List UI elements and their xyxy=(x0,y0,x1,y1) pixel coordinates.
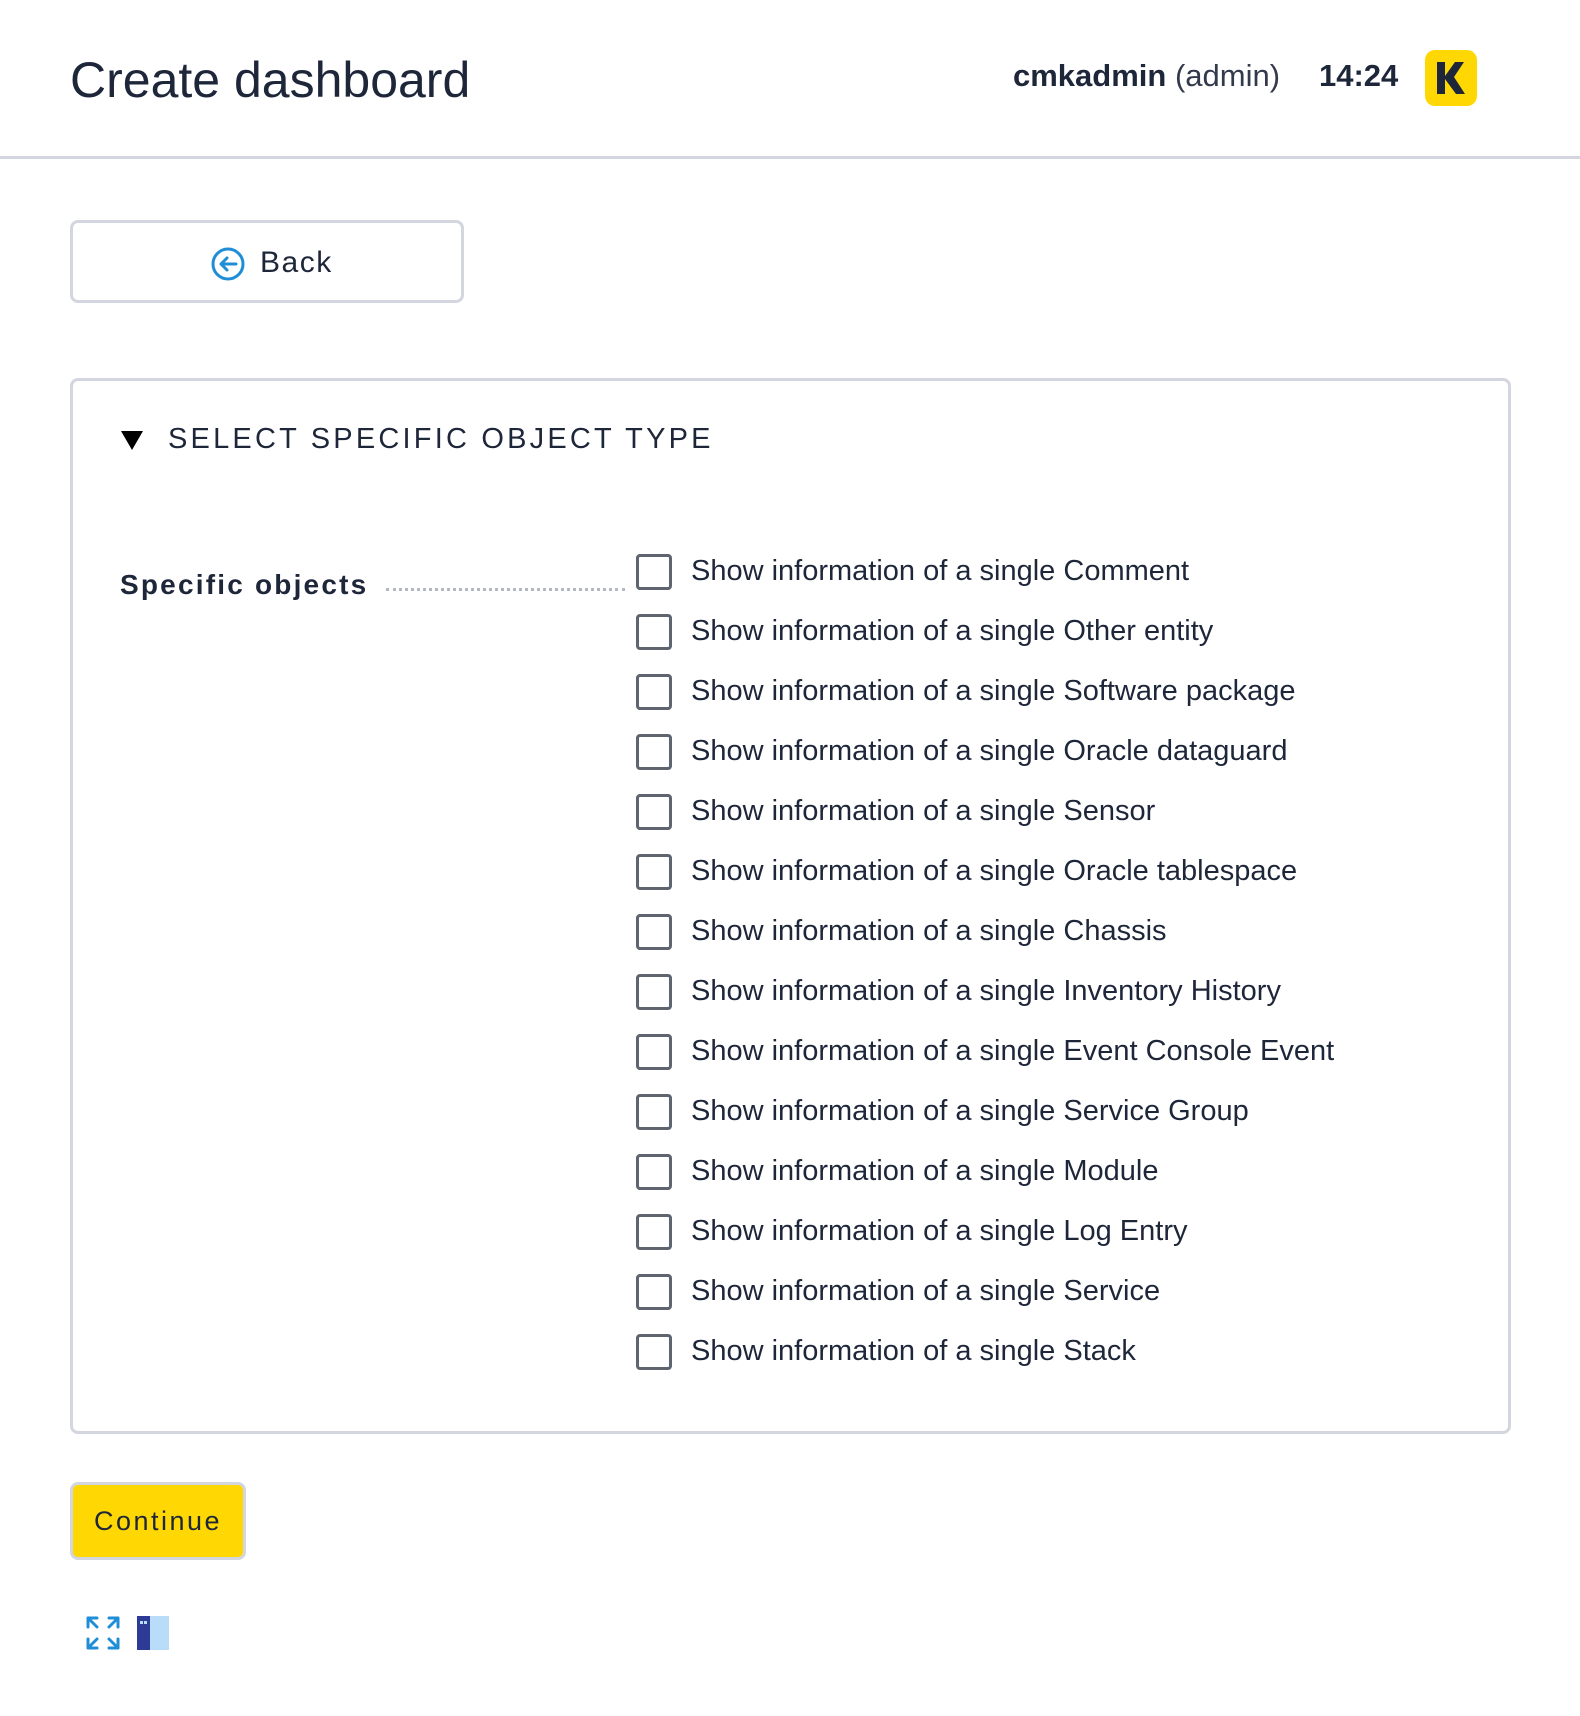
checkbox[interactable] xyxy=(636,1334,672,1370)
clock: 14:24 xyxy=(1319,58,1399,93)
back-button-label: Back xyxy=(260,246,333,279)
object-type-panel: SELECT SPECIFIC OBJECT TYPE Specific obj… xyxy=(70,378,1511,1434)
option-label[interactable]: Show information of a single Stack xyxy=(691,1332,1136,1370)
object-type-option[interactable]: Show information of a single Oracle tabl… xyxy=(636,851,1396,911)
checkbox[interactable] xyxy=(636,914,672,950)
checkbox[interactable] xyxy=(636,1154,672,1190)
option-label[interactable]: Show information of a single Log Entry xyxy=(691,1212,1188,1250)
checkbox[interactable] xyxy=(636,614,672,650)
option-label[interactable]: Show information of a single Comment xyxy=(691,552,1189,590)
object-type-option[interactable]: Show information of a single Oracle data… xyxy=(636,731,1396,791)
option-label[interactable]: Show information of a single Other entit… xyxy=(691,612,1213,650)
option-label[interactable]: Show information of a single Oracle tabl… xyxy=(691,852,1297,890)
back-arrow-circle-icon xyxy=(210,246,246,282)
page-title: Create dashboard xyxy=(70,52,471,108)
checkbox[interactable] xyxy=(636,974,672,1010)
object-type-option[interactable]: Show information of a single Service Gro… xyxy=(636,1091,1396,1151)
fullscreen-icon[interactable] xyxy=(86,1616,120,1650)
section-title[interactable]: SELECT SPECIFIC OBJECT TYPE xyxy=(168,421,714,457)
checkbox[interactable] xyxy=(636,1034,672,1070)
collapse-triangle-icon[interactable] xyxy=(121,431,143,451)
option-label[interactable]: Show information of a single Sensor xyxy=(691,792,1155,830)
user-role: (admin) xyxy=(1174,58,1281,93)
page-header: Create dashboard cmkadmin (admin) 14:24 xyxy=(0,0,1580,159)
back-button[interactable]: Back xyxy=(70,220,464,303)
checkbox[interactable] xyxy=(636,1094,672,1130)
option-label[interactable]: Show information of a single Chassis xyxy=(691,912,1167,950)
option-label[interactable]: Show information of a single Oracle data… xyxy=(691,732,1287,770)
option-label[interactable]: Show information of a single Module xyxy=(691,1152,1158,1190)
checkmk-logo-icon[interactable] xyxy=(1425,50,1477,106)
object-type-option[interactable]: Show information of a single Inventory H… xyxy=(636,971,1396,1031)
user-info[interactable]: cmkadmin (admin) xyxy=(1013,56,1280,96)
checkbox[interactable] xyxy=(636,794,672,830)
option-label[interactable]: Show information of a single Service Gro… xyxy=(691,1092,1249,1130)
object-type-option[interactable]: Show information of a single Chassis xyxy=(636,911,1396,971)
user-name[interactable]: cmkadmin xyxy=(1013,58,1166,93)
object-type-option[interactable]: Show information of a single Comment xyxy=(636,551,1396,611)
option-label[interactable]: Show information of a single Software pa… xyxy=(691,672,1296,710)
object-type-option[interactable]: Show information of a single Event Conso… xyxy=(636,1031,1396,1091)
object-type-option[interactable]: Show information of a single Other entit… xyxy=(636,611,1396,671)
object-type-option[interactable]: Show information of a single Module xyxy=(636,1151,1396,1211)
option-label[interactable]: Show information of a single Inventory H… xyxy=(691,972,1281,1010)
checkbox[interactable] xyxy=(636,854,672,890)
object-type-option[interactable]: Show information of a single Software pa… xyxy=(636,671,1396,731)
checkbox[interactable] xyxy=(636,1214,672,1250)
object-type-option[interactable]: Show information of a single Stack xyxy=(636,1331,1396,1391)
field-label: Specific objects xyxy=(120,569,369,600)
checkbox[interactable] xyxy=(636,554,672,590)
checkbox[interactable] xyxy=(636,674,672,710)
object-type-options: Show information of a single Comment Sho… xyxy=(636,551,1396,1391)
sidebar-toggle-icon[interactable] xyxy=(137,1616,169,1650)
continue-button[interactable]: Continue xyxy=(70,1482,246,1560)
option-label[interactable]: Show information of a single Service xyxy=(691,1272,1160,1310)
object-type-option[interactable]: Show information of a single Service xyxy=(636,1271,1396,1331)
object-type-option[interactable]: Show information of a single Log Entry xyxy=(636,1211,1396,1271)
checkbox[interactable] xyxy=(636,734,672,770)
checkbox[interactable] xyxy=(636,1274,672,1310)
label-dots-divider xyxy=(386,588,625,591)
option-label[interactable]: Show information of a single Event Conso… xyxy=(691,1032,1334,1070)
object-type-option[interactable]: Show information of a single Sensor xyxy=(636,791,1396,851)
